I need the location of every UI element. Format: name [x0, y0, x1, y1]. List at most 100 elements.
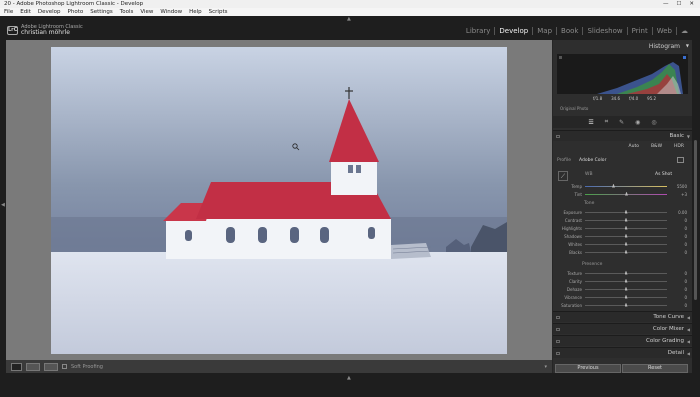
expand-filmstrip-icon[interactable]: ▲: [347, 375, 351, 381]
bw-button[interactable]: B&W: [651, 144, 662, 149]
texture-track[interactable]: [585, 270, 667, 275]
blacks-value[interactable]: 0: [667, 250, 687, 255]
tint-value[interactable]: +3: [667, 192, 687, 197]
highlights-knob[interactable]: [624, 225, 628, 230]
photo-preview[interactable]: [51, 47, 507, 354]
maximize-button[interactable]: ☐: [676, 0, 681, 8]
menu-tools[interactable]: Tools: [120, 8, 134, 16]
module-book[interactable]: Book: [556, 27, 582, 35]
tone-curve-expand-icon[interactable]: ◀: [687, 312, 690, 323]
vibrance-track[interactable]: [585, 294, 667, 299]
loupe-view-button[interactable]: [11, 362, 22, 371]
module-print[interactable]: Print: [626, 27, 652, 35]
dehaze-knob[interactable]: [624, 286, 628, 291]
temp-knob[interactable]: [612, 183, 615, 188]
exposure-track[interactable]: [585, 209, 667, 214]
minimize-button[interactable]: —: [663, 0, 669, 8]
clarity-knob[interactable]: [624, 278, 628, 283]
module-map[interactable]: Map: [532, 27, 556, 35]
soft-proofing-checkbox[interactable]: [62, 364, 67, 369]
module-library[interactable]: Library: [462, 27, 494, 35]
histogram-title[interactable]: Histogram: [649, 43, 680, 50]
whites-knob[interactable]: [624, 241, 628, 246]
histogram-collapse-icon[interactable]: ▼: [686, 43, 689, 48]
tint-track[interactable]: [585, 191, 667, 196]
vibrance-knob[interactable]: [624, 294, 628, 299]
close-button[interactable]: ✕: [689, 0, 694, 8]
shadows-knob[interactable]: [624, 233, 628, 238]
highlights-value[interactable]: 0: [667, 226, 687, 231]
contrast-track[interactable]: [585, 217, 667, 222]
exposure-slider[interactable]: Exposure 0.00: [557, 208, 688, 216]
menu-settings[interactable]: Settings: [90, 8, 113, 16]
cloud-icon[interactable]: ☁: [676, 27, 692, 35]
scrollbar-thumb[interactable]: [694, 140, 697, 300]
blacks-slider[interactable]: Blacks 0: [557, 248, 688, 256]
red-eye-icon[interactable]: ◉: [635, 119, 640, 126]
whites-track[interactable]: [585, 241, 667, 246]
color-grading-toggle-switch[interactable]: [556, 340, 560, 343]
toolbar-menu-icon[interactable]: ▾: [544, 364, 552, 370]
whites-value[interactable]: 0: [667, 242, 687, 247]
detail-toggle-switch[interactable]: [556, 352, 560, 355]
contrast-knob[interactable]: [624, 217, 628, 222]
exposure-value[interactable]: 0.00: [667, 210, 687, 215]
menu-view[interactable]: View: [140, 8, 153, 16]
before-after-button[interactable]: [26, 362, 40, 371]
color-mixer-expand-icon[interactable]: ◀: [687, 324, 690, 335]
shadows-track[interactable]: [585, 233, 667, 238]
color-mixer-section-header[interactable]: Color Mixer ◀: [553, 323, 692, 334]
module-web[interactable]: Web: [651, 27, 676, 35]
masking-icon[interactable]: ◎: [651, 119, 656, 126]
tint-knob[interactable]: [625, 191, 628, 196]
histogram[interactable]: [557, 54, 688, 94]
saturation-slider[interactable]: Saturation 0: [557, 301, 688, 309]
saturation-knob[interactable]: [624, 302, 628, 307]
menu-window[interactable]: Window: [160, 8, 182, 16]
detail-section-header[interactable]: Detail ◀: [553, 347, 692, 358]
clarity-track[interactable]: [585, 278, 667, 283]
module-develop[interactable]: Develop: [494, 27, 532, 35]
menu-file[interactable]: File: [4, 8, 13, 16]
vibrance-slider[interactable]: Vibrance 0: [557, 293, 688, 301]
menu-help[interactable]: Help: [189, 8, 202, 16]
texture-slider[interactable]: Texture 0: [557, 269, 688, 277]
color-grading-expand-icon[interactable]: ◀: [687, 336, 690, 347]
previous-button[interactable]: Previous: [555, 364, 621, 373]
menu-scripts[interactable]: Scripts: [209, 8, 228, 16]
temp-slider[interactable]: Temp 5500: [557, 182, 688, 190]
texture-value[interactable]: 0: [667, 271, 687, 276]
blacks-knob[interactable]: [624, 249, 628, 254]
menu-develop[interactable]: Develop: [38, 8, 61, 16]
clarity-slider[interactable]: Clarity 0: [557, 277, 688, 285]
color-grading-section-header[interactable]: Color Grading ◀: [553, 335, 692, 346]
tone-curve-section-header[interactable]: Tone Curve ◀: [553, 311, 692, 322]
wb-selector-icon[interactable]: ⟋: [558, 171, 568, 181]
dehaze-value[interactable]: 0: [667, 287, 687, 292]
collapse-top-panel-icon[interactable]: ▲: [347, 16, 351, 22]
color-mixer-toggle-switch[interactable]: [556, 328, 560, 331]
contrast-value[interactable]: 0: [667, 218, 687, 223]
profile-browser-icon[interactable]: [677, 157, 684, 163]
shadows-value[interactable]: 0: [667, 234, 687, 239]
temp-value[interactable]: 5500: [667, 184, 687, 189]
tone-curve-toggle-switch[interactable]: [556, 316, 560, 319]
hdr-button[interactable]: HDR: [674, 144, 684, 149]
profile-select[interactable]: Adobe Color: [579, 158, 606, 163]
reset-button[interactable]: Reset: [622, 364, 688, 373]
contrast-slider[interactable]: Contrast 0: [557, 216, 688, 224]
right-panel-scrollbar[interactable]: [692, 40, 700, 373]
auto-button[interactable]: Auto: [629, 144, 639, 149]
module-slideshow[interactable]: Slideshow: [582, 27, 626, 35]
saturation-track[interactable]: [585, 302, 667, 307]
saturation-value[interactable]: 0: [667, 303, 687, 308]
before-after-swap-button[interactable]: [44, 362, 58, 371]
texture-knob[interactable]: [624, 270, 628, 275]
healing-icon[interactable]: ✎: [619, 119, 624, 126]
wb-select[interactable]: As Shot: [655, 172, 672, 177]
expand-left-panel-icon[interactable]: ◀: [1, 202, 5, 208]
clarity-value[interactable]: 0: [667, 279, 687, 284]
exposure-knob[interactable]: [624, 209, 628, 214]
basic-collapse-icon[interactable]: ▼: [687, 131, 690, 142]
edit-sliders-icon[interactable]: ☰: [588, 119, 593, 126]
